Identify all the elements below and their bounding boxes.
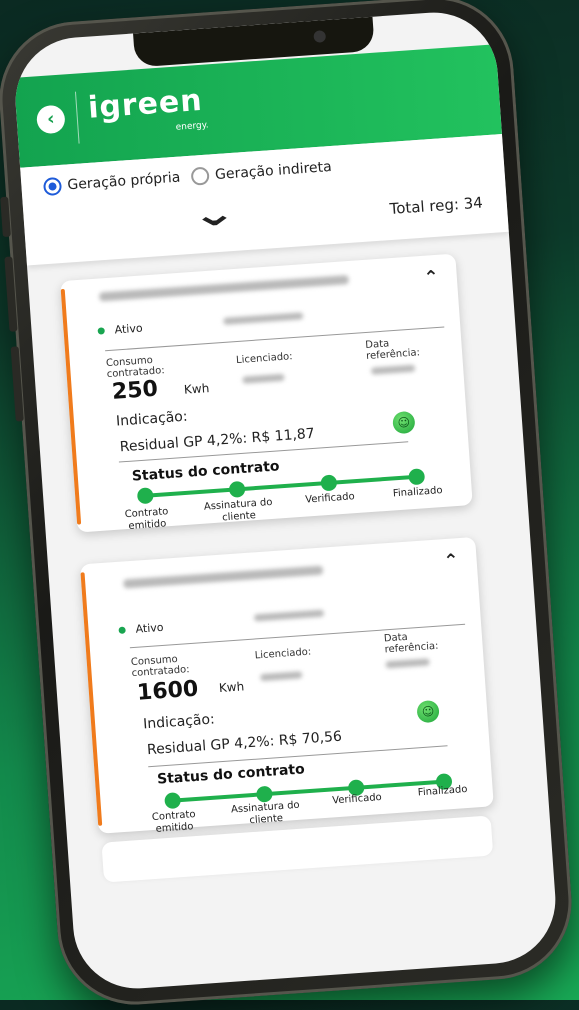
step-node — [408, 468, 426, 486]
total-records: Total reg: 34 — [388, 193, 484, 219]
brand-name: igreen — [86, 82, 204, 126]
card-accent — [60, 288, 82, 525]
phone-side-button — [0, 196, 11, 238]
smiley-icon: ☺ — [392, 410, 416, 435]
indicacao-label: Indicação: — [115, 408, 189, 430]
data-referencia-label: Data referência: — [365, 338, 421, 363]
status-active: Ativo — [97, 322, 143, 338]
consumo-value: 250 — [111, 376, 159, 405]
radio-geracao-indireta[interactable]: Geração indireta — [190, 158, 333, 186]
redacted-data — [370, 364, 416, 375]
step-node — [228, 480, 246, 498]
data-referencia-label: Data referência: — [383, 631, 439, 656]
redacted-name — [123, 565, 324, 589]
licenciado-label: Licenciado: — [235, 351, 293, 367]
step-label: Assinatura do cliente — [230, 799, 301, 827]
status-label: Ativo — [135, 620, 164, 636]
step-label: Verificado — [304, 491, 356, 506]
phone-screen: ‹ igreen energy. Geração própria Geração… — [11, 8, 560, 993]
phone-side-button — [4, 256, 18, 332]
status-contrato-title: Status do contrato — [156, 761, 306, 788]
radio-label: Geração própria — [66, 169, 181, 194]
card-accent — [80, 572, 103, 826]
chevron-up-icon[interactable]: ⌃ — [423, 267, 440, 289]
status-dot-icon — [97, 327, 105, 335]
back-button[interactable]: ‹ — [35, 104, 66, 135]
redacted-name — [99, 275, 350, 302]
radio-label: Geração indireta — [214, 158, 333, 184]
indicacao-label: Indicação: — [142, 711, 216, 733]
step-node — [255, 785, 273, 803]
radio-icon — [190, 166, 210, 186]
status-contrato-title: Status do contrato — [131, 458, 281, 485]
redacted-data — [385, 658, 430, 669]
consumo-label: Consumo contratado: — [130, 653, 190, 680]
redacted-licenciado — [242, 373, 285, 384]
chevron-up-icon[interactable]: ⌃ — [443, 550, 460, 572]
phone-frame: ‹ igreen energy. Geração própria Geração… — [0, 0, 577, 1010]
step-label: Verificado — [331, 792, 383, 807]
step-label: Contrato emitido — [151, 809, 196, 835]
consumo-value: 1600 — [136, 676, 200, 706]
redacted-licenciado — [260, 671, 303, 682]
step-node — [164, 792, 182, 810]
status-label: Ativo — [114, 321, 144, 337]
camera-icon — [312, 30, 326, 43]
step-label: Contrato emitido — [124, 506, 169, 533]
phone-side-button — [10, 346, 24, 422]
redacted-id — [253, 609, 325, 622]
consumo-label: Consumo contratado: — [105, 354, 166, 381]
consumo-unit: Kwh — [183, 381, 210, 397]
contract-card: ⌃ Ativo Consumo contratado: 1600 Kwh Lic… — [79, 536, 494, 835]
brand-sub: energy. — [175, 120, 209, 133]
status-dot-icon — [118, 626, 126, 634]
step-label: Finalizado — [392, 485, 443, 500]
header-divider — [74, 91, 80, 144]
consumo-unit: Kwh — [218, 679, 245, 696]
step-label: Assinatura do cliente — [203, 496, 273, 524]
status-active: Ativo — [118, 621, 164, 637]
smiley-icon: ☺ — [416, 699, 440, 724]
step-node — [320, 474, 338, 492]
step-node — [136, 487, 154, 505]
radio-icon — [42, 176, 63, 197]
brand-logo: igreen energy. — [86, 82, 209, 133]
residual-value: Residual GP 4,2%: R$ 11,87 — [119, 425, 316, 456]
chevron-down-icon[interactable]: ⌄ — [190, 193, 238, 236]
redacted-id — [223, 312, 304, 325]
contract-card: ⌃ Ativo Consumo contratado: 250 Kwh Lice… — [60, 253, 473, 533]
radio-geracao-propria[interactable]: Geração própria — [42, 169, 181, 197]
licenciado-label: Licenciado: — [254, 646, 312, 662]
